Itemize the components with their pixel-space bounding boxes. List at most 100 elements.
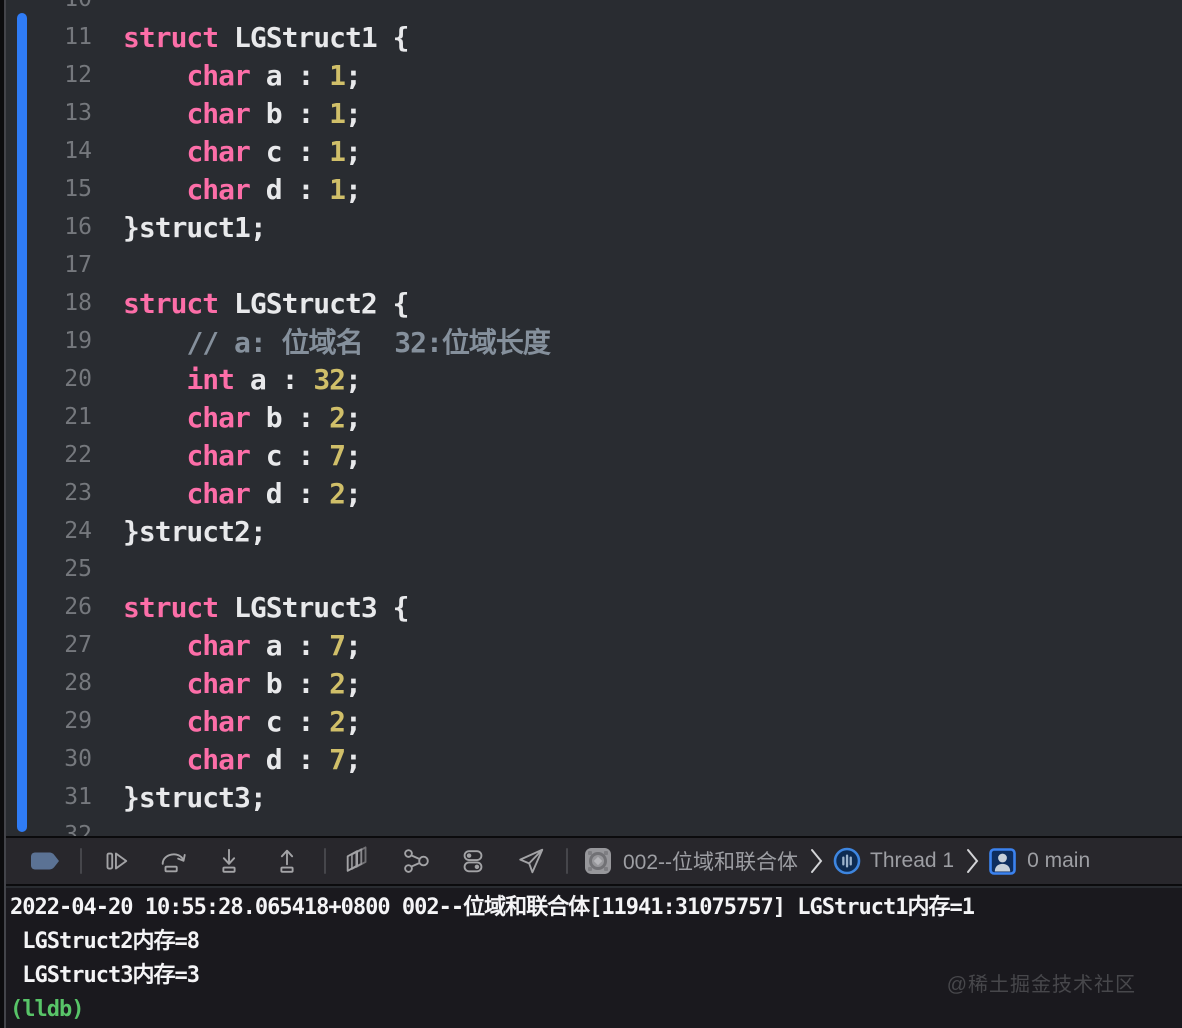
code-text: char c : 7; (186, 438, 361, 472)
code-text: }struct1; (123, 210, 267, 244)
breakpoints-toggle-icon (31, 852, 59, 870)
code-line[interactable]: 20 int a : 32; (0, 360, 1182, 398)
code-line[interactable]: 31}struct3; (0, 778, 1182, 816)
code-line[interactable]: 27 char a : 7; (0, 626, 1182, 664)
watermark: @稀土掘金技术社区 (946, 974, 1136, 996)
code-line[interactable]: 29 char c : 2; (0, 702, 1182, 740)
view-hierarchy-button[interactable] (342, 846, 374, 876)
code-text: char a : 1; (186, 58, 361, 92)
simulate-location-icon (519, 848, 544, 874)
code-line[interactable]: 18 struct LGStruct2 { (0, 284, 1182, 322)
code-line[interactable]: 25 (0, 550, 1182, 588)
line-number[interactable]: 16 (0, 214, 92, 240)
code-line[interactable]: 26 struct LGStruct3 { (0, 588, 1182, 626)
code-line[interactable]: 15 char d : 1; (0, 170, 1182, 208)
line-number[interactable]: 17 (0, 252, 92, 278)
code-line[interactable]: 14 char c : 1; (0, 132, 1182, 170)
window-left-edge-highlight (4, 0, 6, 1028)
frame-jump-item[interactable] (989, 847, 1016, 875)
code-text: struct LGStruct2 { (123, 286, 409, 320)
line-number[interactable]: 12 (0, 62, 92, 88)
step-out-button[interactable] (272, 846, 302, 876)
code-line[interactable]: 10 (0, 0, 1182, 18)
chevron-right-icon (967, 849, 979, 873)
line-number[interactable]: 26 (0, 594, 92, 620)
line-number[interactable]: 29 (0, 708, 92, 734)
step-into-button[interactable] (214, 846, 244, 876)
source-control-change-bar[interactable] (17, 13, 27, 832)
debug-bar-separator (324, 848, 326, 874)
code-text: char d : 1; (186, 172, 361, 206)
line-number[interactable]: 18 (0, 290, 92, 316)
line-number[interactable]: 27 (0, 632, 92, 658)
line-number[interactable]: 14 (0, 138, 92, 164)
console-lines: 2022-04-20 10:55:28.065418+0800 002--位域和… (0, 888, 1182, 1027)
code-text: // a: 位域名 32:位域长度 (186, 326, 550, 359)
app-icon (585, 848, 611, 874)
line-number[interactable]: 11 (0, 24, 92, 50)
console-log-line: 2022-04-20 10:55:28.065418+0800 002--位域和… (10, 895, 975, 920)
code-line[interactable]: 16 }struct1; (0, 208, 1182, 246)
view-hierarchy-icon (346, 846, 367, 872)
line-number[interactable]: 19 (0, 328, 92, 354)
line-number[interactable]: 32 (0, 822, 92, 836)
simulate-location-button[interactable] (516, 846, 546, 876)
code-line[interactable]: 12 char a : 1; (0, 56, 1182, 94)
code-line[interactable]: 23 char d : 2; (0, 474, 1182, 512)
code-line[interactable]: 30 char d : 7; (0, 740, 1182, 778)
stack-frame-icon (989, 847, 1016, 875)
line-number[interactable]: 24 (0, 518, 92, 544)
source-editor[interactable]: 1011struct LGStruct1 {12 char a : 1;13 c… (0, 0, 1182, 836)
line-number[interactable]: 28 (0, 670, 92, 696)
code-text: char d : 7; (186, 742, 361, 776)
step-over-button[interactable] (156, 846, 190, 876)
line-number[interactable]: 30 (0, 746, 92, 772)
chevron-right-icon (811, 849, 823, 873)
line-number[interactable]: 13 (0, 100, 92, 126)
step-into-icon (222, 848, 236, 873)
debug-console[interactable]: 2022-04-20 10:55:28.065418+0800 002--位域和… (0, 888, 1182, 1028)
code-line[interactable]: 11 struct LGStruct1 { (0, 18, 1182, 56)
line-number[interactable]: 21 (0, 404, 92, 430)
breakpoints-toggle-button[interactable] (28, 849, 62, 873)
code-text: char c : 2; (186, 704, 361, 738)
line-number[interactable]: 31 (0, 784, 92, 810)
step-over-icon (161, 853, 186, 873)
code-line[interactable]: 17 (0, 246, 1182, 284)
continue-execution-icon (106, 852, 128, 870)
code-text: struct LGStruct1 { (123, 20, 409, 54)
code-line[interactable]: 21 char b : 2; (0, 398, 1182, 436)
environment-overrides-icon (463, 850, 483, 873)
memory-graph-icon (404, 849, 429, 873)
frame-label[interactable]: 0 main (1027, 849, 1090, 873)
code-text: char c : 1; (186, 134, 361, 168)
code-text: struct LGStruct3 { (123, 590, 409, 624)
line-number[interactable]: 22 (0, 442, 92, 468)
code-text: }struct2; (123, 514, 267, 548)
code-text: char b : 2; (186, 400, 361, 434)
lldb-prompt[interactable]: (lldb) (10, 993, 1182, 1027)
code-line[interactable]: 32 (0, 816, 1182, 836)
code-line[interactable]: 13 char b : 1; (0, 94, 1182, 132)
debug-bar-separator (80, 848, 82, 874)
step-out-icon (280, 849, 294, 873)
memory-graph-button[interactable] (400, 846, 432, 876)
code-line[interactable]: 19 // a: 位域名 32:位域长度 (0, 322, 1182, 360)
code-line[interactable]: 28 char b : 2; (0, 664, 1182, 702)
thread-label[interactable]: Thread 1 (870, 849, 954, 873)
thread-jump-item[interactable] (833, 847, 861, 875)
process-name-label[interactable]: 002--位域和联合体 (623, 846, 798, 876)
environment-overrides-button[interactable] (458, 846, 488, 876)
line-number[interactable]: 25 (0, 556, 92, 582)
process-jump-item[interactable] (584, 847, 612, 875)
debug-bar-separator (566, 848, 568, 874)
code-line[interactable]: 22 char c : 7; (0, 436, 1182, 474)
line-number[interactable]: 15 (0, 176, 92, 202)
continue-execution-button[interactable] (100, 846, 130, 876)
xcode-debug-window: 1011struct LGStruct1 {12 char a : 1;13 c… (0, 0, 1182, 1028)
code-text: char a : 7; (186, 628, 361, 662)
line-number[interactable]: 20 (0, 366, 92, 392)
line-number[interactable]: 10 (0, 0, 92, 12)
line-number[interactable]: 23 (0, 480, 92, 506)
code-line[interactable]: 24 }struct2; (0, 512, 1182, 550)
